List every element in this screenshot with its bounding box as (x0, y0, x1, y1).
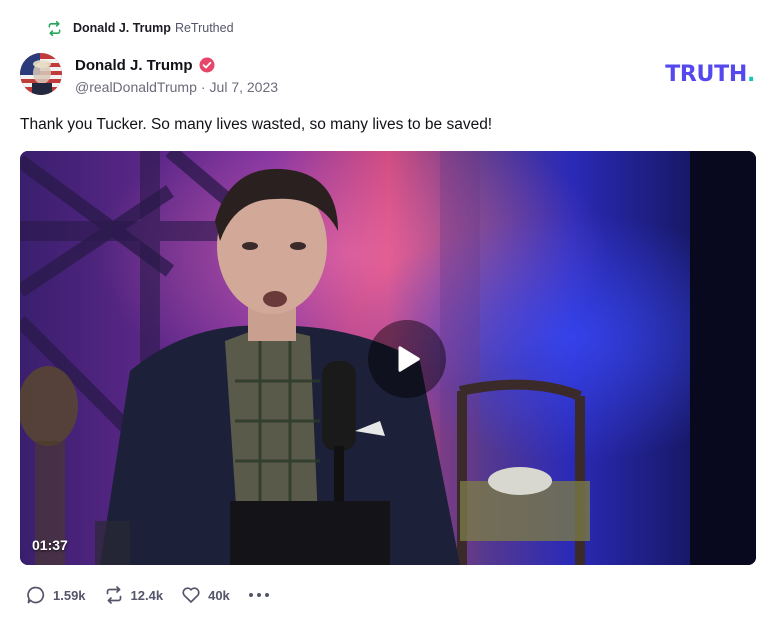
retruth-user-link[interactable]: Donald J. Trump (73, 21, 171, 35)
retruth-icon (46, 20, 63, 37)
more-options-icon (248, 592, 270, 598)
heart-icon (181, 585, 201, 605)
post-actions: 1.59k 12.4k 40k (26, 585, 270, 605)
post-date[interactable]: Jul 7, 2023 (210, 79, 279, 95)
truth-social-logo: TRUTH. (665, 62, 755, 87)
logo-dot: . (746, 62, 755, 87)
verified-badge-icon (199, 57, 215, 73)
retruth-label: ReTruthed (174, 21, 234, 35)
video-player[interactable]: 01:37 (20, 151, 756, 565)
author-name[interactable]: Donald J. Trump (75, 57, 193, 74)
retruth-button[interactable]: 12.4k (104, 585, 164, 605)
post-text: Thank you Tucker. So many lives wasted, … (20, 116, 493, 133)
video-duration: 01:37 (32, 537, 68, 553)
like-button[interactable]: 40k (181, 585, 230, 605)
retruth-header: Donald J. Trump ReTruthed (46, 18, 234, 38)
post-author: Donald J. Trump @realDonaldTrump · Jul 7… (20, 53, 278, 95)
more-options-button[interactable] (248, 585, 270, 605)
meta-separator: · (200, 79, 206, 95)
logo-wordmark: TRUTH (665, 62, 747, 87)
reply-count: 1.59k (53, 587, 86, 603)
like-count: 40k (208, 587, 230, 603)
reply-icon (26, 585, 46, 605)
author-handle[interactable]: @realDonaldTrump (75, 79, 197, 95)
retruth-count: 12.4k (130, 587, 164, 603)
avatar[interactable] (20, 53, 62, 95)
play-icon (390, 342, 424, 376)
reply-button[interactable]: 1.59k (26, 585, 86, 605)
retruth-icon (104, 585, 124, 605)
play-button[interactable] (368, 320, 446, 398)
